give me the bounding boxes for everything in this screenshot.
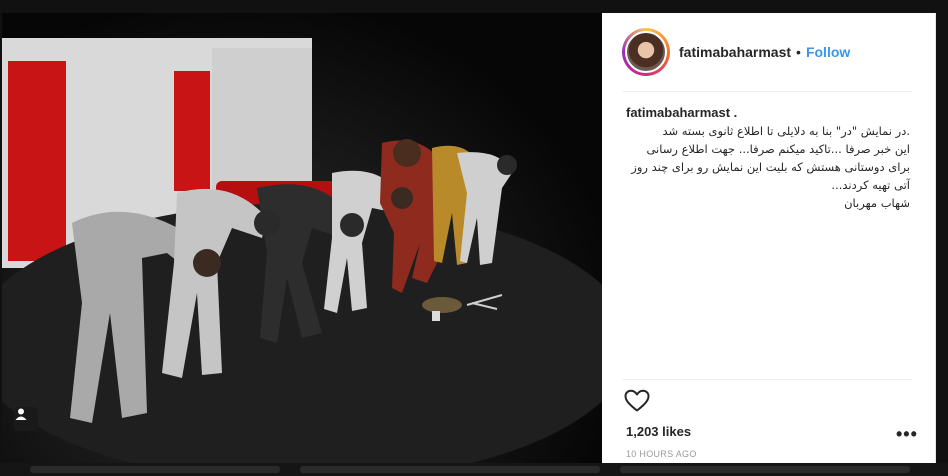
- post-actions: [624, 389, 650, 418]
- post-side-panel: fatimabaharmast • Follow fatimabaharmast…: [602, 13, 936, 463]
- stage-photo-illustration: [2, 38, 602, 463]
- follow-button[interactable]: Follow: [806, 44, 850, 60]
- avatar[interactable]: [625, 31, 667, 73]
- post-photo[interactable]: [2, 13, 602, 463]
- stage-door-right: [174, 71, 210, 191]
- caption-username[interactable]: fatimabaharmast .: [626, 105, 910, 120]
- more-options-icon[interactable]: •••: [896, 424, 918, 445]
- post-modal: fatimabaharmast • Follow fatimabaharmast…: [0, 0, 948, 476]
- heart-outline-icon[interactable]: [624, 389, 650, 413]
- actions-divider: [622, 379, 912, 380]
- username-link[interactable]: fatimabaharmast: [679, 44, 791, 60]
- bottom-strip: [0, 463, 948, 476]
- header-divider: [622, 91, 912, 92]
- stage-door-left: [8, 61, 66, 261]
- user-tag-icon: [15, 408, 27, 420]
- post-caption: fatimabaharmast . .در نمایش "در" بنا به …: [626, 105, 910, 212]
- caption-text: .در نمایش "در" بنا به دلایلی تا اطلاع ثا…: [631, 124, 910, 210]
- likes-count[interactable]: 1,203 likes: [626, 424, 691, 439]
- user-tag-button[interactable]: [14, 407, 38, 431]
- post-header: fatimabaharmast • Follow: [602, 13, 936, 91]
- post-timestamp: 10 HOURS AGO: [626, 449, 697, 459]
- separator-dot: •: [796, 44, 801, 60]
- avatar-ring[interactable]: [622, 28, 670, 76]
